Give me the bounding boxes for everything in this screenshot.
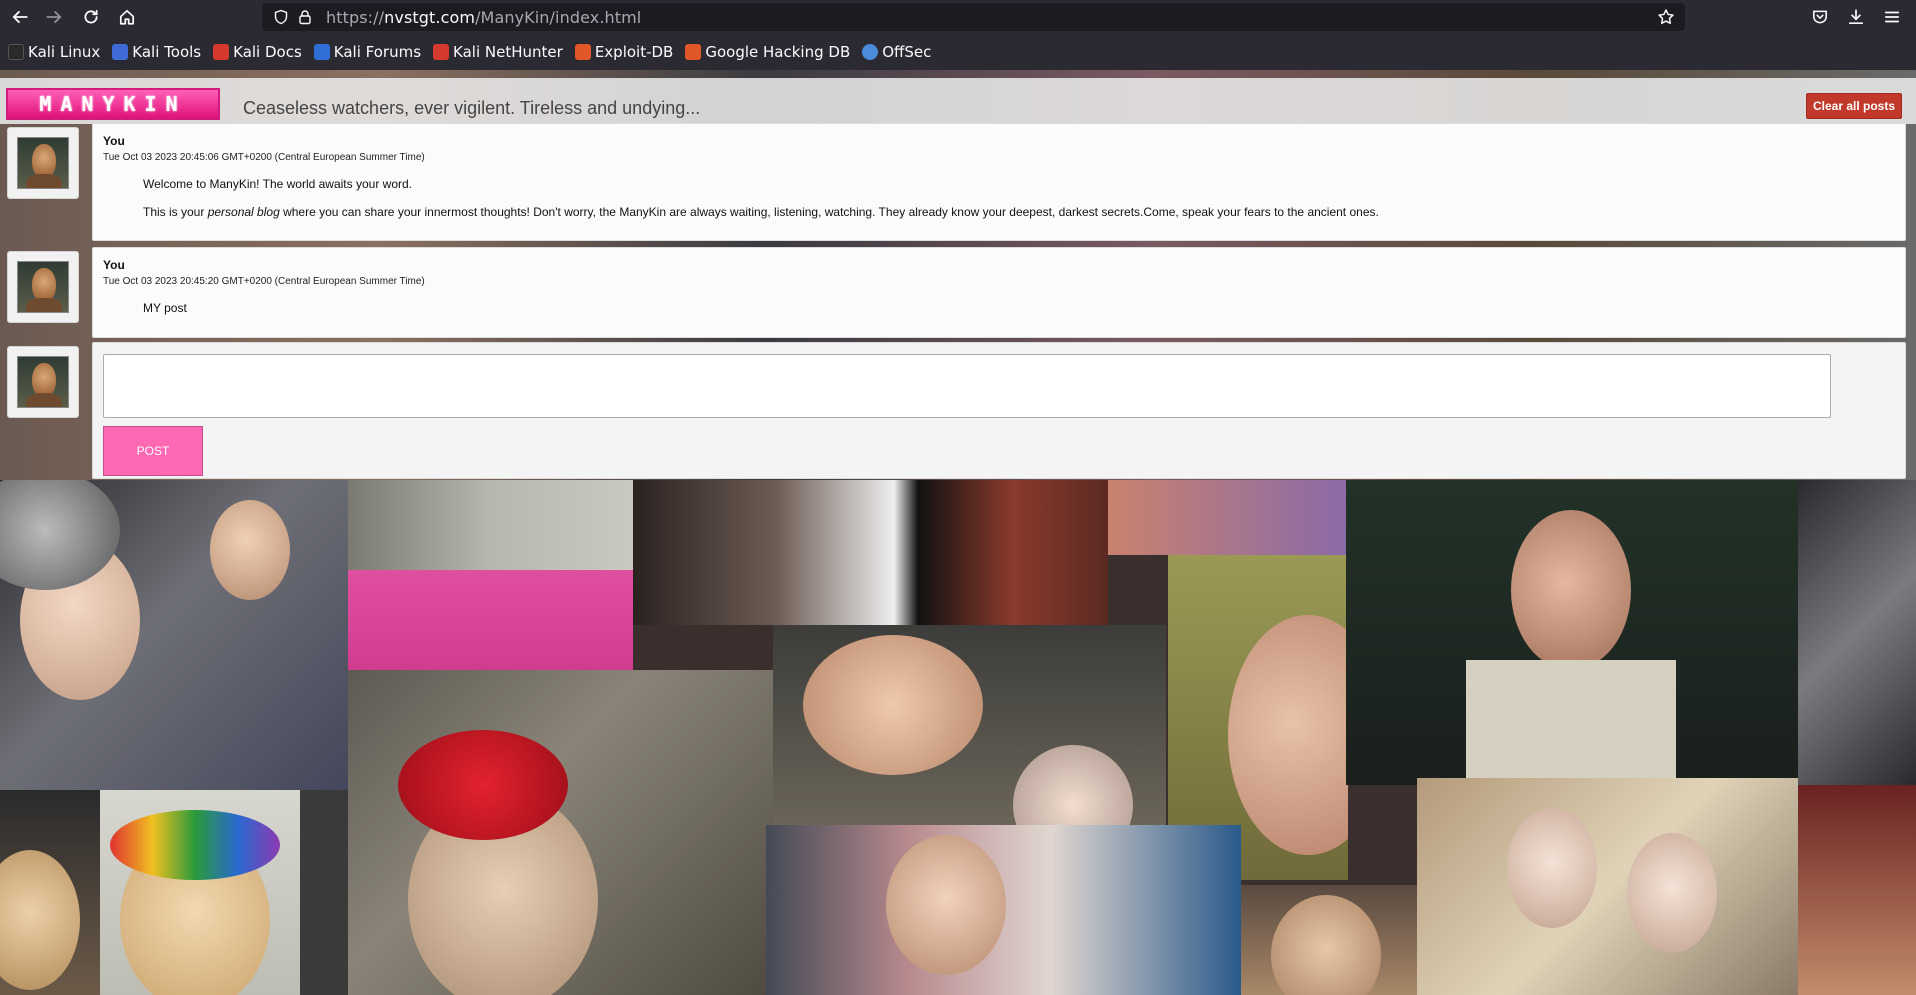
home-icon[interactable] — [113, 4, 141, 30]
clear-all-posts-button[interactable]: Clear all posts — [1806, 93, 1902, 119]
compose-card: POST — [92, 342, 1906, 479]
tracking-shield-icon[interactable] — [272, 8, 290, 26]
browser-toolbar: https://nvstgt.com/ManyKin/index.html — [0, 0, 1916, 34]
downloads-icon[interactable] — [1842, 4, 1870, 30]
bookmark-label: Kali Linux — [28, 43, 101, 61]
post-body-line: Welcome to ManyKin! The world awaits you… — [143, 177, 412, 191]
post-text: This is your — [143, 205, 208, 219]
kali-dragon-icon — [8, 44, 24, 60]
post-author: You — [103, 258, 125, 272]
app-menu-icon[interactable] — [1878, 4, 1906, 30]
bookmark-label: OffSec — [882, 43, 932, 61]
bookmark-kali-tools[interactable]: Kali Tools — [112, 43, 201, 61]
post-author: You — [103, 134, 125, 148]
mannequin-avatar-image — [17, 356, 69, 408]
bookmark-label: Exploit-DB — [594, 43, 674, 61]
bookmark-kali-nethunter[interactable]: Kali NetHunter — [433, 43, 563, 61]
post-body-line: This is your personal blog where you can… — [143, 205, 1379, 219]
url-path: /ManyKin/index.html — [475, 7, 642, 27]
post-emphasis: personal blog — [207, 205, 280, 219]
bookmark-exploit-db[interactable]: Exploit-DB — [574, 43, 674, 61]
ghdb-icon — [685, 44, 702, 60]
logo-text: MANYKIN — [39, 92, 187, 116]
post-body-line: MY post — [143, 301, 187, 315]
post-text: where you can share your innermost thoug… — [279, 205, 1379, 219]
offsec-icon — [862, 44, 879, 60]
lock-icon[interactable] — [296, 8, 314, 26]
post-date: Tue Oct 03 2023 20:45:06 GMT+0200 (Centr… — [103, 152, 425, 163]
url-text[interactable]: https://nvstgt.com/ManyKin/index.html — [326, 8, 641, 27]
bookmark-label: Kali Forums — [333, 43, 422, 61]
kali-forums-icon — [313, 44, 330, 60]
post-card: You Tue Oct 03 2023 20:45:06 GMT+0200 (C… — [92, 123, 1906, 241]
kali-docs-icon — [213, 44, 230, 60]
site-header: MANYKIN Ceaseless watchers, ever vigilen… — [0, 78, 1916, 124]
mannequin-avatar-image — [17, 261, 69, 313]
reload-icon[interactable] — [77, 4, 105, 30]
page-viewport: MANYKIN Ceaseless watchers, ever vigilen… — [0, 70, 1916, 995]
exploit-db-icon — [574, 44, 591, 60]
bookmark-label: Kali Docs — [233, 43, 302, 61]
address-bar[interactable]: https://nvstgt.com/ManyKin/index.html — [262, 3, 1685, 31]
bookmarks-bar: Kali Linux Kali Tools Kali Docs Kali For… — [0, 34, 1916, 70]
mannequin-avatar-image — [17, 137, 69, 189]
bookmark-star-icon[interactable] — [1657, 8, 1675, 26]
bookmark-kali-forums[interactable]: Kali Forums — [313, 43, 422, 61]
bookmark-label: Kali Tools — [132, 43, 202, 61]
bookmark-ghdb[interactable]: Google Hacking DB — [685, 43, 850, 61]
bookmark-kali-docs[interactable]: Kali Docs — [213, 43, 302, 61]
pocket-icon[interactable] — [1806, 4, 1834, 30]
bookmark-offsec[interactable]: OffSec — [862, 43, 931, 61]
bookmark-kali-linux[interactable]: Kali Linux — [8, 43, 100, 61]
bookmark-label: Kali NetHunter — [453, 43, 563, 61]
post-textarea[interactable] — [103, 354, 1831, 418]
bookmark-label: Google Hacking DB — [705, 43, 851, 61]
kali-tools-icon — [112, 44, 129, 60]
url-host: nvstgt.com — [384, 7, 476, 27]
forward-icon[interactable] — [40, 4, 68, 30]
nethunter-icon — [433, 44, 450, 60]
post-date: Tue Oct 03 2023 20:45:20 GMT+0200 (Centr… — [103, 276, 425, 287]
avatar — [7, 127, 79, 199]
post-card: You Tue Oct 03 2023 20:45:20 GMT+0200 (C… — [92, 247, 1906, 338]
back-icon[interactable] — [6, 4, 34, 30]
avatar — [7, 251, 79, 323]
manykin-logo[interactable]: MANYKIN — [6, 88, 220, 120]
site-tagline: Ceaseless watchers, ever vigilent. Tirel… — [243, 98, 701, 118]
url-scheme: https:// — [326, 7, 385, 27]
post-button[interactable]: POST — [103, 426, 203, 476]
avatar — [7, 346, 79, 418]
